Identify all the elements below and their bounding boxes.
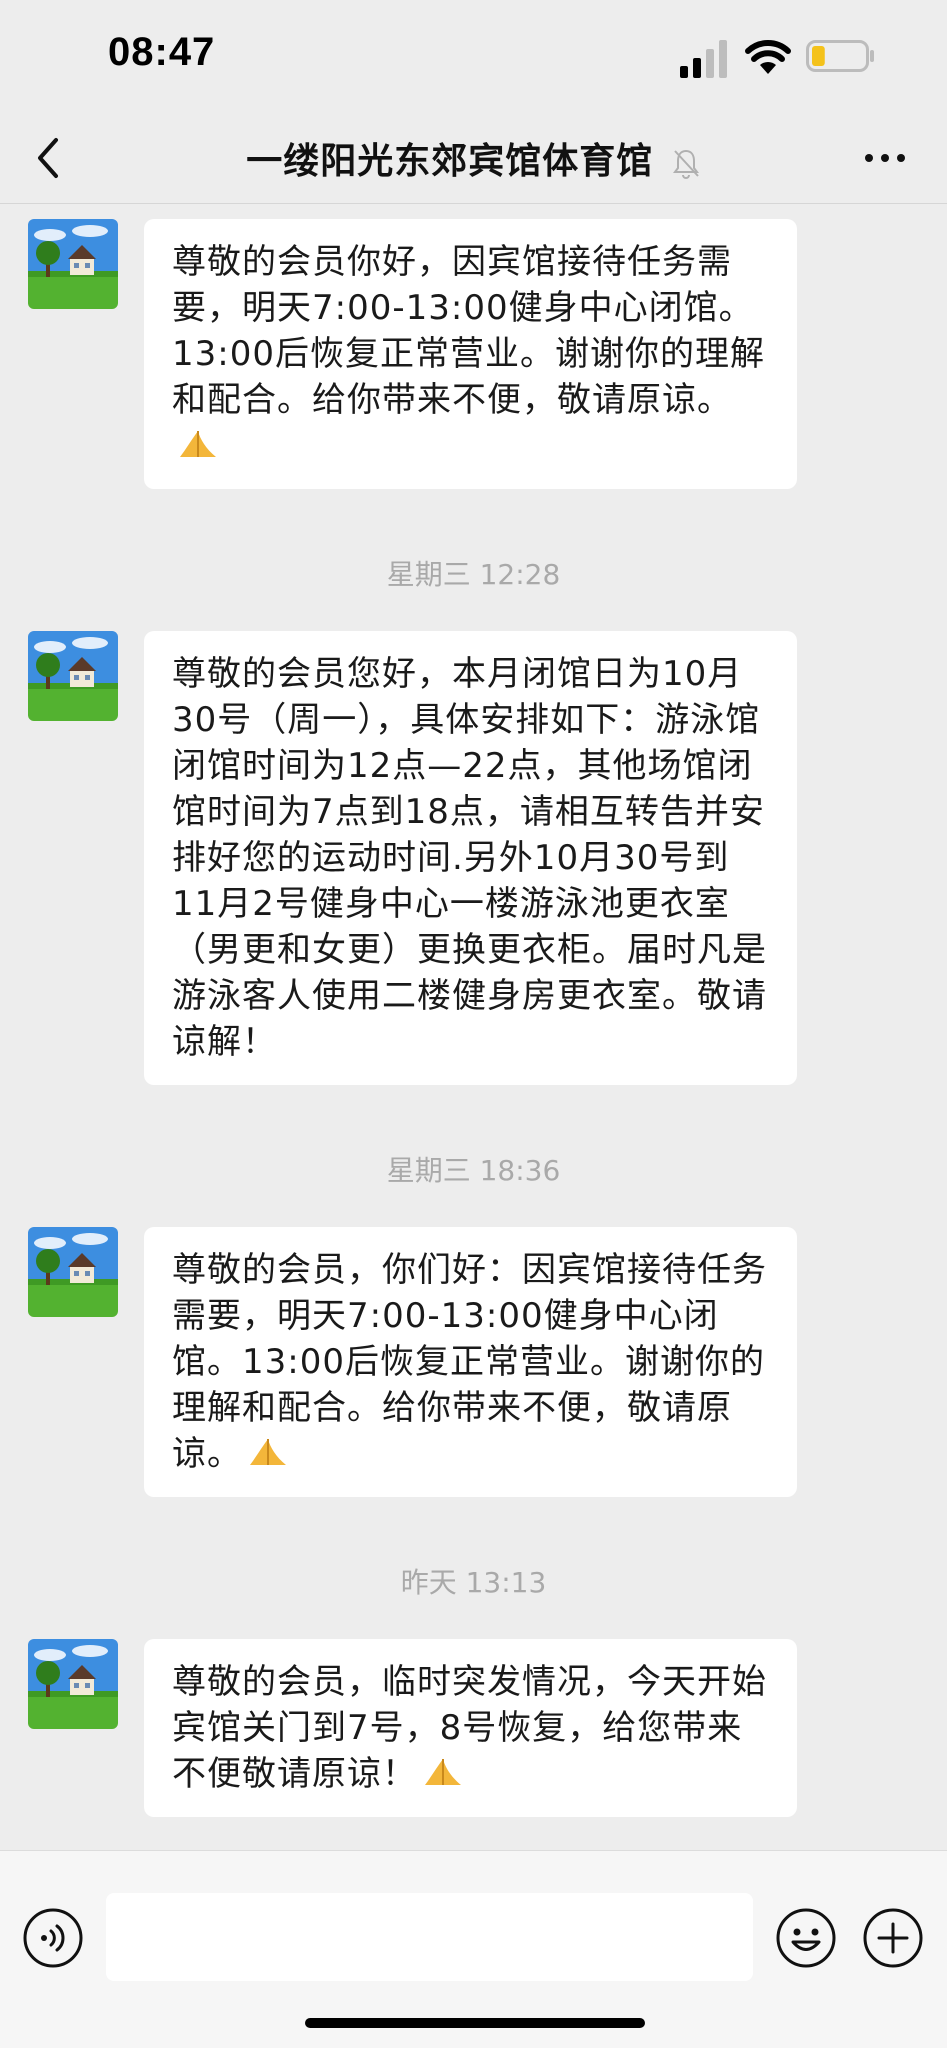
status-bar: 08:47	[0, 0, 947, 112]
signal-icon	[680, 40, 727, 78]
plus-icon[interactable]	[862, 1907, 924, 1969]
message-text: 尊敬的会员你好，因宾馆接待任务需要，明天7:00-13:00健身中心闭馆。13:…	[172, 242, 765, 420]
avatar-house-image	[28, 1227, 118, 1317]
voice-icon[interactable]	[22, 1907, 84, 1969]
avatar-house-image	[28, 631, 118, 721]
chat-title-row: 一缕阳光东郊宾馆体育馆	[0, 132, 947, 184]
message-bubble[interactable]: 尊敬的会员您好，本月闭馆日为10月30号（周一），具体安排如下：游泳馆闭馆时间为…	[144, 631, 797, 1085]
timestamp: 星期三 12:28	[386, 558, 561, 591]
message-input[interactable]	[106, 1893, 753, 1981]
avatar-house-image	[28, 219, 118, 309]
folded-hands-icon	[425, 1759, 461, 1785]
avatar[interactable]	[28, 1227, 118, 1317]
chat-header: 一缕阳光东郊宾馆体育馆	[0, 112, 947, 204]
message-bubble[interactable]: 尊敬的会员，临时突发情况，今天开始宾馆关门到7号，8号恢复，给您带来不便敬请原谅…	[144, 1639, 797, 1817]
chat-area[interactable]: 尊敬的会员你好，因宾馆接待任务需要，明天7:00-13:00健身中心闭馆。13:…	[0, 205, 947, 1850]
emoji-icon[interactable]	[775, 1907, 837, 1969]
timestamp: 昨天 13:13	[400, 1566, 547, 1599]
avatar[interactable]	[28, 1639, 118, 1729]
wifi-icon	[745, 40, 791, 74]
battery-icon	[806, 40, 874, 72]
folded-hands-icon	[180, 431, 216, 457]
home-indicator[interactable]	[305, 2018, 645, 2028]
message-text: 尊敬的会员，临时突发情况，今天开始宾馆关门到7号，8号恢复，给您带来不便敬请原谅…	[172, 1662, 767, 1794]
chat-title: 一缕阳光东郊宾馆体育馆	[246, 141, 654, 182]
avatar[interactable]	[28, 631, 118, 721]
status-time: 08:47	[108, 30, 216, 74]
more-icon[interactable]	[861, 140, 909, 176]
message-bubble[interactable]: 尊敬的会员，你们好：因宾馆接待任务需要，明天7:00-13:00健身中心闭馆。1…	[144, 1227, 797, 1497]
folded-hands-icon	[250, 1439, 286, 1465]
avatar-house-image	[28, 1639, 118, 1729]
mute-bell-icon	[672, 149, 699, 179]
timestamp: 星期三 18:36	[386, 1154, 561, 1187]
message-text: 尊敬的会员您好，本月闭馆日为10月30号（周一），具体安排如下：游泳馆闭馆时间为…	[172, 654, 767, 1062]
avatar[interactable]	[28, 219, 118, 309]
message-bubble[interactable]: 尊敬的会员你好，因宾馆接待任务需要，明天7:00-13:00健身中心闭馆。13:…	[144, 219, 797, 489]
